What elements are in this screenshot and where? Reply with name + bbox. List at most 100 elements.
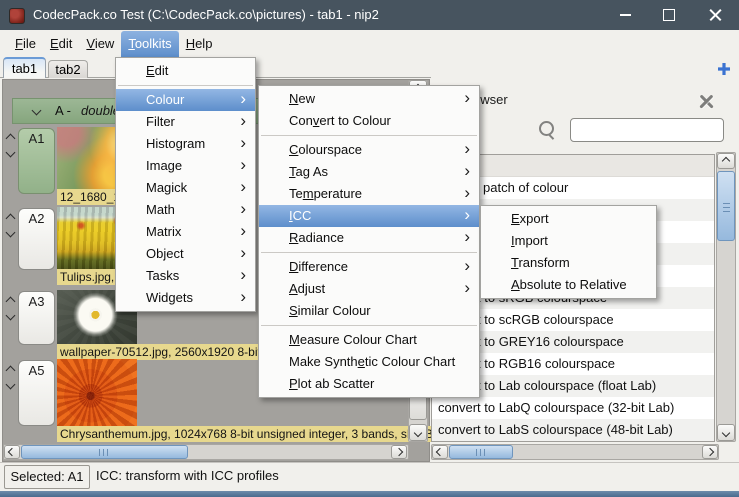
toolkits-menu-item-widgets[interactable]: Widgets›	[116, 287, 255, 309]
thumb-grip	[99, 449, 110, 456]
chevron-left-icon	[436, 448, 444, 456]
colour-menu-item-radiance[interactable]: Radiance›	[259, 227, 479, 249]
menu-item-label: Tag As	[289, 164, 328, 179]
colour-menu-item-plot-ab-scatter[interactable]: Plot ab Scatter	[259, 373, 479, 395]
row-label-A3[interactable]: A3	[18, 291, 55, 345]
menu-item-label: Magick	[146, 180, 187, 195]
chevron-left-icon	[8, 448, 16, 456]
row-caption: wallpaper-70512.jpg, 2560x1920 8-bit uns	[57, 344, 287, 360]
row-label-A1[interactable]: A1	[18, 128, 55, 194]
row-label-A2[interactable]: A2	[18, 208, 55, 270]
icc-submenu: Export Import Transform Absolute to Relativ…	[480, 205, 657, 299]
submenu-arrow-icon: ›	[240, 242, 246, 264]
scroll-down-button[interactable]	[409, 424, 427, 441]
menu-item-label: Absolute to Relative	[511, 277, 627, 292]
nip2-window: CodecPack.co Test (C:\CodecPack.co\pictu…	[0, 0, 739, 497]
scroll-right-button[interactable]	[702, 445, 718, 459]
icc-menu-item-absolute-to-relative[interactable]: Absolute to Relative	[481, 274, 656, 296]
row-thumbnail-A5[interactable]	[57, 359, 137, 426]
toolkits-menu-item-colour[interactable]: Colour›	[116, 89, 255, 111]
icc-menu-item-export[interactable]: Export	[481, 208, 656, 230]
scroll-down-button[interactable]	[717, 424, 735, 441]
browser-close-icon[interactable]	[699, 94, 714, 109]
colour-menu-item-temperature[interactable]: Temperature›	[259, 183, 479, 205]
colour-menu-item-measure-colour-chart[interactable]: Measure Colour Chart	[259, 329, 479, 351]
menu-item-label: Adjust	[289, 281, 325, 296]
scroll-left-button[interactable]	[432, 445, 448, 459]
toolkits-menu: EditColour›Filter›Histogram›Image›Magick…	[115, 57, 256, 312]
toolkits-menu-item-math[interactable]: Math›	[116, 199, 255, 221]
menubar-item-toolkits[interactable]: Toolkits	[121, 31, 178, 57]
submenu-arrow-icon: ›	[240, 154, 246, 176]
menu-separator	[261, 135, 477, 136]
menu-item-label: Edit	[146, 63, 168, 78]
browser-vertical-scroll-thumb[interactable]	[717, 171, 735, 241]
colour-menu-item-new[interactable]: New›	[259, 88, 479, 110]
maximize-icon	[663, 9, 675, 21]
row-label-A5[interactable]: A5	[18, 360, 55, 426]
tab-tab1[interactable]: tab1	[3, 57, 46, 78]
chevron-up-icon	[5, 297, 15, 307]
thumb-grip	[476, 449, 487, 456]
scroll-up-button[interactable]	[717, 153, 735, 169]
row-up-spinner[interactable]	[3, 212, 17, 225]
tab-tab2[interactable]: tab2	[48, 60, 88, 78]
menu-item-label: Export	[511, 211, 549, 226]
colour-menu-item-colourspace[interactable]: Colourspace›	[259, 139, 479, 161]
toolkits-menu-item-image[interactable]: Image›	[116, 155, 255, 177]
menu-item-label: Transform	[511, 255, 570, 270]
toolkits-menu-item-magick[interactable]: Magick ›	[116, 177, 255, 199]
chevron-up-icon	[722, 157, 730, 165]
menubar-item-file[interactable]: File	[8, 31, 43, 57]
column-label: A -	[55, 99, 71, 123]
menu-separator	[261, 325, 477, 326]
icc-menu-item-import[interactable]: Import	[481, 230, 656, 252]
row-up-spinner[interactable]	[3, 295, 17, 308]
menubar-item-help[interactable]: Help	[179, 31, 220, 57]
browser-row[interactable]: convert to LabS colourspace (48-bit Lab)	[432, 419, 714, 441]
menubar-item-view[interactable]: View	[79, 31, 121, 57]
colour-menu-item-adjust[interactable]: Adjust ›	[259, 278, 479, 300]
selected-indicator: Selected: A1	[4, 465, 90, 489]
minimize-button[interactable]	[608, 0, 642, 30]
colour-menu-item-similar-colour[interactable]: Similar Colour	[259, 300, 479, 322]
browser-row[interactable]: convert to LabQ colourspace (32-bit Lab)	[432, 397, 714, 419]
colour-menu-item-convert-to-colour[interactable]: Convert to Colour	[259, 110, 479, 132]
row-down-spinner[interactable]	[3, 309, 17, 322]
submenu-arrow-icon: ›	[240, 220, 246, 242]
toolkits-menu-item-histogram[interactable]: Histogram›	[116, 133, 255, 155]
row-up-spinner[interactable]	[3, 132, 17, 145]
toolkits-menu-item-object[interactable]: Object›	[116, 243, 255, 265]
menu-item-label: Histogram	[146, 136, 205, 151]
menu-item-label: Math	[146, 202, 175, 217]
row-up-spinner[interactable]	[3, 364, 17, 377]
submenu-arrow-icon: ›	[240, 88, 246, 110]
submenu-arrow-icon: ›	[464, 277, 470, 299]
add-tab-button[interactable]	[714, 59, 734, 79]
maximize-button[interactable]	[652, 0, 686, 30]
submenu-arrow-icon: ›	[464, 204, 470, 226]
browser-horizontal-scroll-thumb[interactable]	[449, 445, 513, 459]
icc-menu-item-transform[interactable]: Transform	[481, 252, 656, 274]
colour-menu-item-difference[interactable]: Difference›	[259, 256, 479, 278]
toolkits-menu-item-matrix[interactable]: Matrix›	[116, 221, 255, 243]
row-down-spinner[interactable]	[3, 378, 17, 391]
chevron-down-icon	[32, 106, 42, 116]
scroll-right-button[interactable]	[391, 445, 407, 459]
app-icon[interactable]	[9, 8, 25, 24]
row-down-spinner[interactable]	[3, 146, 17, 159]
browser-search-input[interactable]	[570, 118, 724, 142]
workspace-horizontal-scroll-thumb[interactable]	[21, 445, 188, 459]
toolkits-menu-item-filter[interactable]: Filter›	[116, 111, 255, 133]
toolkits-menu-item-tasks[interactable]: Tasks›	[116, 265, 255, 287]
colour-menu-item-make-synthetic-colour-chart[interactable]: Make Synthetic Colour Chart	[259, 351, 479, 373]
menubar-item-edit[interactable]: Edit	[43, 31, 79, 57]
submenu-arrow-icon: ›	[240, 176, 246, 198]
colour-menu-item-icc[interactable]: ICC›	[259, 205, 479, 227]
close-button[interactable]	[698, 0, 732, 30]
row-down-spinner[interactable]	[3, 226, 17, 239]
scroll-left-button[interactable]	[4, 445, 20, 459]
toolkits-menu-item-edit[interactable]: Edit	[116, 60, 255, 82]
menu-item-label: Plot ab Scatter	[289, 376, 374, 391]
colour-menu-item-tag-as[interactable]: Tag As›	[259, 161, 479, 183]
